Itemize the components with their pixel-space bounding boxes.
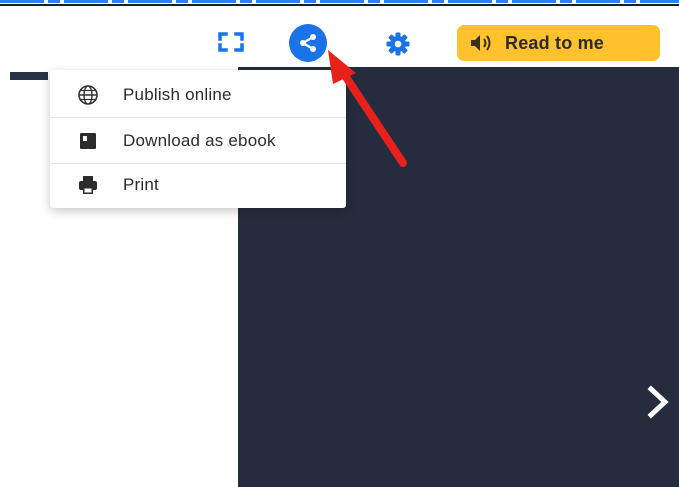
- menu-item-publish-online[interactable]: Publish online: [50, 72, 346, 118]
- app-root: Read to me Publish online Download as eb…: [0, 0, 679, 487]
- gear-icon: [385, 31, 411, 57]
- top-edge: [0, 0, 679, 6]
- page-title-bar: [10, 72, 48, 80]
- fullscreen-icon[interactable]: [217, 31, 245, 53]
- read-to-me-button[interactable]: Read to me: [457, 25, 660, 61]
- next-page-button[interactable]: [645, 382, 673, 422]
- menu-item-label: Download as ebook: [123, 131, 276, 150]
- menu-item-download-ebook[interactable]: Download as ebook: [50, 118, 346, 164]
- chevron-right-icon: [645, 382, 673, 422]
- top-dashed-line: [0, 0, 679, 3]
- top-rule: [0, 4, 679, 6]
- menu-item-label: Print: [123, 175, 159, 194]
- globe-icon: [77, 84, 99, 106]
- speaker-icon: [469, 32, 495, 54]
- share-icon: [297, 32, 319, 54]
- book-icon: [77, 130, 99, 152]
- share-menu: Publish online Download as ebook Print: [50, 70, 346, 208]
- read-to-me-label: Read to me: [505, 32, 605, 53]
- menu-item-label: Publish online: [123, 85, 232, 104]
- menu-item-print[interactable]: Print: [50, 162, 346, 208]
- share-button[interactable]: [289, 24, 327, 62]
- settings-button[interactable]: [383, 29, 413, 59]
- printer-icon: [77, 174, 99, 196]
